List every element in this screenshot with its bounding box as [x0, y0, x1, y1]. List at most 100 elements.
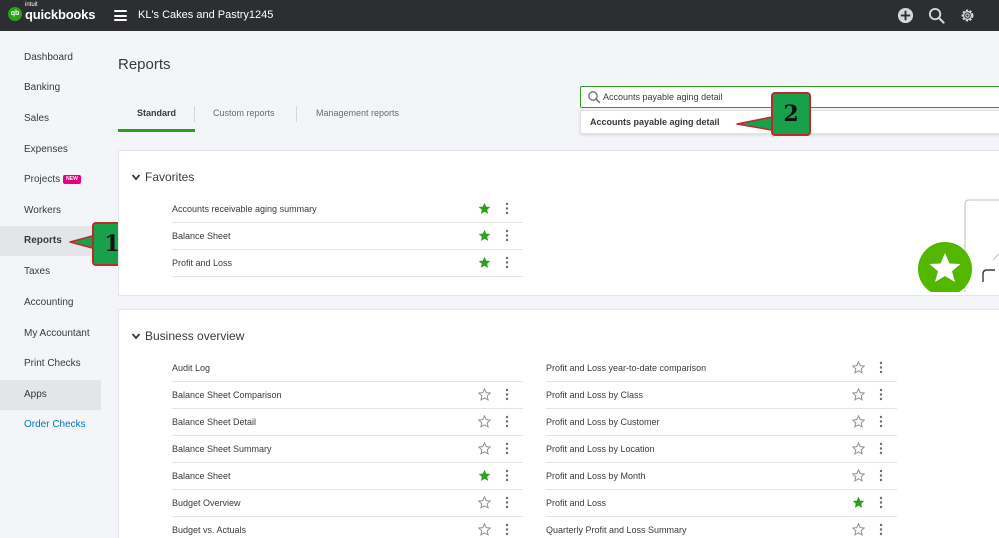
nav-expenses[interactable]: Expenses: [0, 135, 101, 165]
chevron-down-icon: [131, 333, 141, 340]
report-row[interactable]: Profit and Loss: [546, 490, 897, 517]
more-options-icon[interactable]: [879, 469, 883, 482]
nav-accounting[interactable]: Accounting: [0, 288, 101, 318]
more-options-icon[interactable]: [505, 202, 509, 215]
chevron-down-icon: [131, 174, 141, 181]
star-outline-icon[interactable]: [852, 442, 865, 455]
more-options-icon[interactable]: [505, 256, 509, 269]
nav-projects[interactable]: Projects NEW: [0, 165, 101, 195]
report-row[interactable]: Budget Overview: [172, 490, 523, 517]
hamburger-menu-icon[interactable]: [114, 10, 127, 21]
star-outline-icon[interactable]: [478, 415, 491, 428]
nav-order-checks[interactable]: Order Checks: [0, 410, 101, 440]
report-name-link[interactable]: Balance Sheet Summary: [172, 444, 272, 454]
more-options-icon[interactable]: [879, 496, 883, 509]
report-row[interactable]: Profit and Loss: [172, 250, 523, 277]
nav-sales[interactable]: Sales: [0, 104, 101, 134]
more-options-icon[interactable]: [879, 388, 883, 401]
star-outline-icon[interactable]: [478, 496, 491, 509]
more-options-icon[interactable]: [879, 523, 883, 536]
report-row[interactable]: Profit and Loss by Month: [546, 463, 897, 490]
nav-banking[interactable]: Banking: [0, 73, 101, 103]
report-row[interactable]: Profit and Loss year-to-date comparison: [546, 355, 897, 382]
star-filled-icon[interactable]: [478, 202, 491, 215]
nav-my-accountant[interactable]: My Accountant: [0, 319, 101, 349]
tab-standard[interactable]: Standard: [137, 108, 176, 118]
report-row[interactable]: Audit Log: [172, 355, 523, 382]
gear-icon[interactable]: [959, 7, 976, 24]
star-outline-icon[interactable]: [478, 523, 491, 536]
quickbooks-logo-icon: qb: [8, 6, 22, 21]
plus-circle-icon[interactable]: [897, 7, 914, 24]
report-name-link[interactable]: Budget vs. Actuals: [172, 525, 246, 535]
star-outline-icon[interactable]: [852, 469, 865, 482]
favorites-illustration: [918, 199, 999, 292]
tab-management-reports[interactable]: Management reports: [316, 108, 399, 118]
search-suggestion-item[interactable]: Accounts payable aging detail: [590, 117, 720, 127]
more-options-icon[interactable]: [879, 415, 883, 428]
report-row[interactable]: Quarterly Profit and Loss Summary: [546, 517, 897, 538]
report-row[interactable]: Accounts receivable aging summary: [172, 196, 523, 223]
report-row[interactable]: Balance Sheet: [172, 463, 523, 490]
star-outline-icon[interactable]: [478, 442, 491, 455]
report-row[interactable]: Profit and Loss by Customer: [546, 409, 897, 436]
report-row[interactable]: Profit and Loss by Location: [546, 436, 897, 463]
business-overview-title: Business overview: [145, 329, 245, 343]
more-options-icon[interactable]: [505, 523, 509, 536]
star-outline-icon[interactable]: [852, 361, 865, 374]
report-name-link[interactable]: Accounts receivable aging summary: [172, 204, 317, 214]
report-name-link[interactable]: Quarterly Profit and Loss Summary: [546, 525, 687, 535]
star-outline-icon[interactable]: [852, 388, 865, 401]
star-outline-icon[interactable]: [852, 415, 865, 428]
star-filled-icon[interactable]: [478, 229, 491, 242]
quickbooks-logo[interactable]: qb intuit quickbooks: [8, 2, 96, 22]
report-row[interactable]: Balance Sheet Detail: [172, 409, 523, 436]
more-options-icon[interactable]: [505, 469, 509, 482]
nav-print-checks[interactable]: Print Checks: [0, 349, 101, 379]
callout-marker-2: 2: [771, 92, 811, 136]
report-row[interactable]: Profit and Loss by Class: [546, 382, 897, 409]
new-badge: NEW: [63, 174, 81, 184]
logo-wordmark: quickbooks: [25, 7, 96, 22]
report-name-link[interactable]: Balance Sheet: [172, 471, 231, 481]
active-tab-indicator: [118, 129, 195, 132]
report-name-link[interactable]: Profit and Loss by Class: [546, 390, 643, 400]
more-options-icon[interactable]: [505, 415, 509, 428]
report-name-link[interactable]: Balance Sheet Detail: [172, 417, 256, 427]
star-outline-icon[interactable]: [852, 523, 865, 536]
page-title: Reports: [118, 56, 171, 73]
report-name-link[interactable]: Balance Sheet Comparison: [172, 390, 282, 400]
tab-custom-reports[interactable]: Custom reports: [213, 108, 275, 118]
favorites-header[interactable]: Favorites: [131, 170, 194, 184]
report-row[interactable]: Balance Sheet Comparison: [172, 382, 523, 409]
favorites-title: Favorites: [145, 170, 195, 184]
report-name-link[interactable]: Profit and Loss: [172, 258, 232, 268]
more-options-icon[interactable]: [505, 388, 509, 401]
search-icon[interactable]: [928, 7, 945, 24]
more-options-icon[interactable]: [505, 496, 509, 509]
nav-dashboard[interactable]: Dashboard: [0, 43, 101, 73]
more-options-icon[interactable]: [505, 442, 509, 455]
tab-divider: [194, 106, 195, 122]
report-name-link[interactable]: Balance Sheet: [172, 231, 231, 241]
star-filled-icon[interactable]: [478, 256, 491, 269]
report-row[interactable]: Balance Sheet Summary: [172, 436, 523, 463]
business-overview-header[interactable]: Business overview: [131, 329, 244, 343]
report-name-link[interactable]: Audit Log: [172, 363, 210, 373]
more-options-icon[interactable]: [879, 361, 883, 374]
star-filled-icon[interactable]: [852, 496, 865, 509]
nav-apps[interactable]: Apps: [0, 380, 101, 410]
star-filled-icon[interactable]: [478, 469, 491, 482]
more-options-icon[interactable]: [505, 229, 509, 242]
report-name-link[interactable]: Budget Overview: [172, 498, 241, 508]
more-options-icon[interactable]: [879, 442, 883, 455]
star-outline-icon[interactable]: [478, 388, 491, 401]
report-name-link[interactable]: Profit and Loss by Customer: [546, 417, 660, 427]
report-name-link[interactable]: Profit and Loss by Location: [546, 444, 655, 454]
report-row[interactable]: Balance Sheet: [172, 223, 523, 250]
top-bar: qb intuit quickbooks KL's Cakes and Past…: [0, 0, 999, 31]
report-name-link[interactable]: Profit and Loss by Month: [546, 471, 646, 481]
report-name-link[interactable]: Profit and Loss year-to-date comparison: [546, 363, 706, 373]
report-name-link[interactable]: Profit and Loss: [546, 498, 606, 508]
report-row[interactable]: Budget vs. Actuals: [172, 517, 523, 538]
